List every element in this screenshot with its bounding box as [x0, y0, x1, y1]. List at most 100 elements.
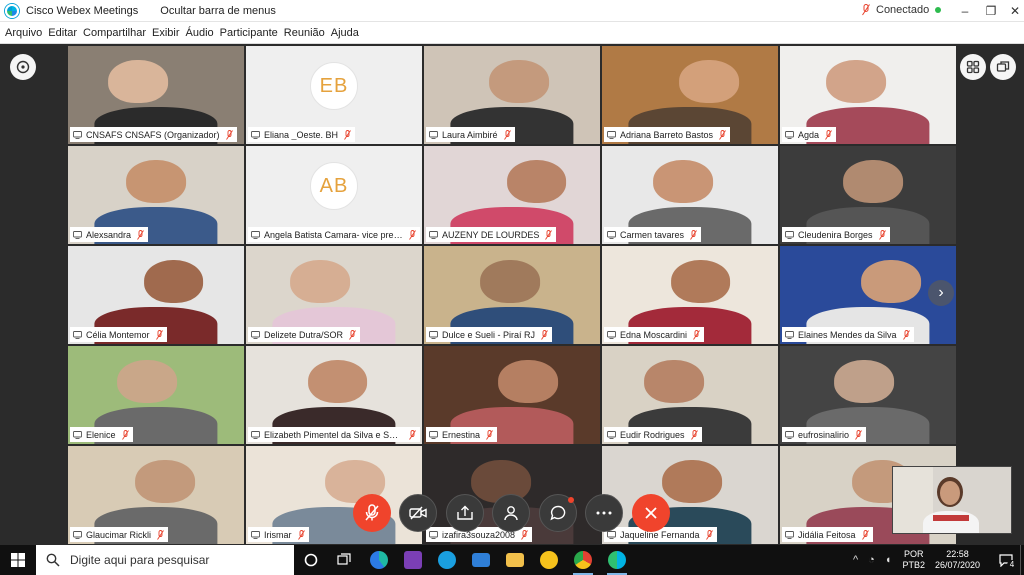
device-icon [607, 430, 616, 439]
participant-tile[interactable]: Laura Aimbiré [424, 46, 600, 144]
participant-tile[interactable]: CNSAFS CNSAFS (Organizador) [68, 46, 244, 144]
close-button[interactable]: ✕ [1000, 0, 1024, 22]
norton-button[interactable] [532, 545, 566, 575]
muted-mic-icon [409, 229, 416, 240]
taskbar-search-box[interactable]: Digite aqui para pesquisar [36, 545, 294, 575]
participants-button[interactable] [492, 494, 530, 532]
participant-tile[interactable]: Edna Moscardini [602, 246, 778, 344]
participant-video-face [143, 259, 204, 303]
participant-tile[interactable]: Delizete Dutra/SOR [246, 246, 422, 344]
menu-audio[interactable]: Áudio [186, 27, 214, 39]
leave-meeting-button[interactable] [632, 494, 670, 532]
participant-name-label: Irismar [248, 527, 309, 542]
search-icon [46, 553, 60, 567]
participant-name-label: Delizete Dutra/SOR [248, 327, 361, 342]
norton-icon [540, 551, 558, 569]
folder-icon [506, 553, 524, 567]
participant-tile[interactable]: Elenice [68, 346, 244, 444]
participant-tile[interactable]: Elizabeth Pimentel da Silva e Souza [246, 346, 422, 444]
participant-tile[interactable]: Jaqueline Fernanda [602, 446, 778, 544]
chat-button[interactable] [539, 494, 577, 532]
participant-tile[interactable]: Ernestina [424, 346, 600, 444]
share-button[interactable] [446, 494, 484, 532]
volume-icon[interactable]: ◖ [885, 554, 892, 566]
share-icon [457, 505, 473, 520]
mail-button[interactable] [464, 545, 498, 575]
self-view-video[interactable] [892, 466, 1012, 534]
action-center-button[interactable]: 4 [992, 545, 1020, 575]
cortana-button[interactable] [294, 545, 328, 575]
meeting-info-button[interactable] [10, 54, 36, 80]
participant-name: Elenice [86, 429, 116, 440]
participant-name-label: Elenice [70, 427, 133, 442]
participant-tile[interactable]: Glaucimar Rickli [68, 446, 244, 544]
chevron-right-icon: › [938, 284, 944, 301]
task-view-button[interactable] [328, 545, 362, 575]
participant-video-face [289, 259, 350, 303]
participant-name-label: Eliana _Oeste. BH [248, 127, 356, 142]
webex-taskbar-button[interactable] [600, 545, 634, 575]
clock[interactable]: 22:58 26/07/2020 [935, 549, 980, 571]
muted-mic-icon [409, 429, 416, 440]
participant-tile[interactable]: Cleudenira Borges [780, 146, 956, 244]
participant-tile[interactable]: Irismar [246, 446, 422, 544]
show-desktop-button[interactable] [1020, 545, 1024, 575]
onenote-button[interactable] [396, 545, 430, 575]
participant-name-label: AUZENY DE LOURDES [426, 227, 557, 242]
participant-name: Elaines Mendes da Silva [798, 329, 897, 340]
device-icon [251, 230, 260, 239]
skype-button[interactable] [430, 545, 464, 575]
window-mode-icon [996, 61, 1010, 72]
start-button[interactable] [0, 545, 36, 575]
participant-name-label: Elaines Mendes da Silva [782, 327, 914, 342]
menu-participante[interactable]: Participante [220, 27, 278, 39]
file-explorer-button[interactable] [498, 545, 532, 575]
device-icon [73, 130, 82, 139]
participant-tile[interactable]: AB Angela Batista Camara- vice pres. ... [246, 146, 422, 244]
muted-mic-icon [365, 504, 379, 521]
participant-name-label: Edna Moscardini [604, 327, 705, 342]
participant-video-face [307, 359, 368, 403]
participant-tile[interactable]: eufrosinalirio [780, 346, 956, 444]
participant-tile[interactable]: Célia Montemor [68, 246, 244, 344]
participant-tile[interactable]: Alexsandra [68, 146, 244, 244]
next-page-button[interactable]: › [928, 280, 954, 306]
skype-icon [438, 551, 456, 569]
chrome-button[interactable] [566, 545, 600, 575]
participant-tile[interactable]: Eudir Rodrigues [602, 346, 778, 444]
participant-tile[interactable]: Carmen tavares [602, 146, 778, 244]
network-icon[interactable]: ◔ [868, 554, 875, 566]
fullscreen-button[interactable] [990, 54, 1016, 80]
menu-arquivo[interactable]: Arquivo [5, 27, 42, 39]
language-indicator[interactable]: POR PTB2 [902, 549, 925, 571]
mute-button[interactable] [353, 494, 391, 532]
participant-tile[interactable]: Dulce e Sueli - Piraí RJ [424, 246, 600, 344]
tray-chevron-up-icon[interactable]: ^ [853, 554, 858, 566]
hide-menu-button[interactable]: Ocultar barra de menus [156, 3, 280, 19]
muted-mic-icon [862, 4, 870, 16]
muted-mic-icon [297, 529, 305, 540]
participant-tile[interactable]: Adriana Barreto Bastos [602, 46, 778, 144]
layout-button[interactable] [960, 54, 986, 80]
edge-browser-button[interactable] [362, 545, 396, 575]
menu-exibir[interactable]: Exibir [152, 27, 180, 39]
participant-name-label: Jidália Feitosa [782, 527, 873, 542]
video-button[interactable] [399, 494, 437, 532]
participant-name: Adriana Barreto Bastos [620, 129, 714, 140]
participant-name-label: Dulce e Sueli - Piraí RJ [426, 327, 553, 342]
muted-mic-icon [157, 529, 164, 540]
chat-notification-dot-icon [568, 497, 574, 503]
menu-compartilhar[interactable]: Compartilhar [83, 27, 146, 39]
participant-video-face [506, 159, 567, 203]
participant-tile[interactable]: Agda [780, 46, 956, 144]
menu-editar[interactable]: Editar [48, 27, 77, 39]
more-options-button[interactable] [585, 494, 623, 532]
participant-name-label: eufrosinalirio [782, 427, 867, 442]
webex-icon [608, 551, 626, 569]
menu-reuniao[interactable]: Reunião [284, 27, 325, 39]
participant-tile[interactable]: AUZENY DE LOURDES [424, 146, 600, 244]
participant-name-label: Eudir Rodrigues [604, 427, 702, 442]
participant-tile[interactable]: EB Eliana _Oeste. BH [246, 46, 422, 144]
menu-ajuda[interactable]: Ajuda [331, 27, 359, 39]
device-icon [785, 430, 794, 439]
